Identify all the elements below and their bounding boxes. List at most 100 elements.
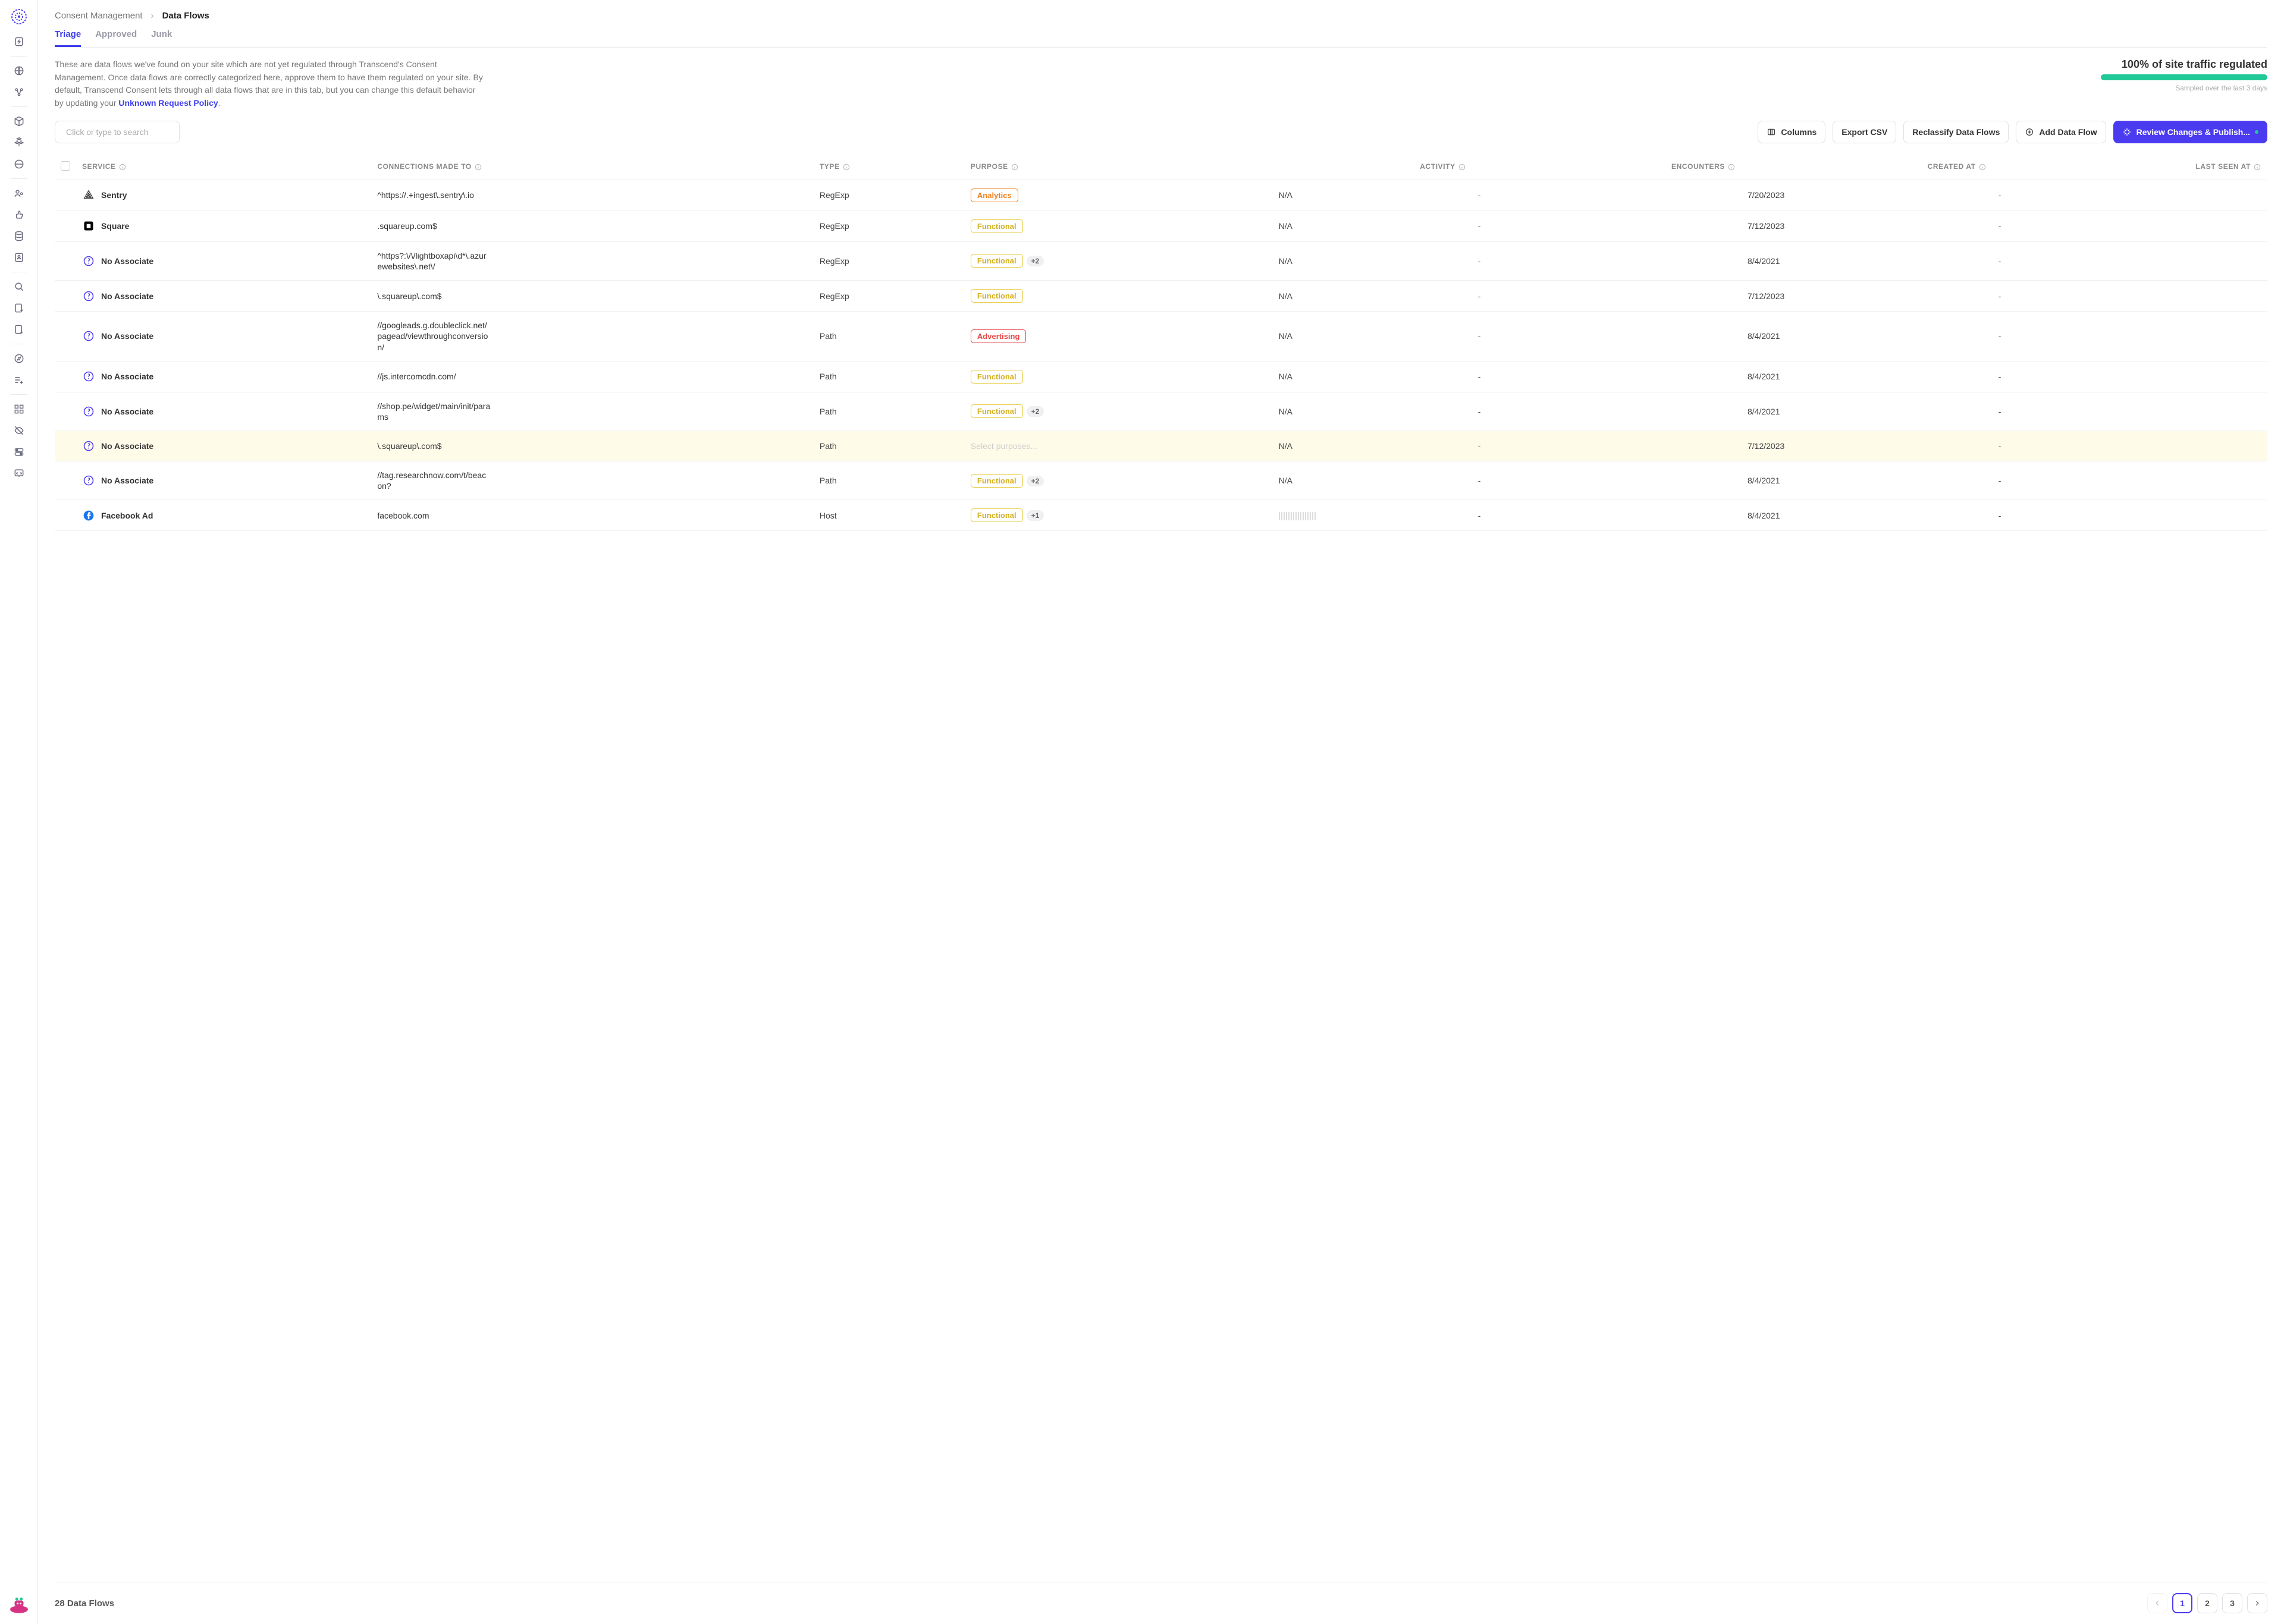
created-at-value: 8/4/2021	[1742, 241, 1993, 280]
unknown-request-policy-link[interactable]: Unknown Request Policy	[118, 98, 218, 108]
search-input[interactable]	[66, 127, 174, 137]
col-service[interactable]: SERVICE	[76, 154, 371, 180]
table-row[interactable]: No Associate//tag.researchnow.com/t/beac…	[55, 461, 2267, 500]
nav-search-icon[interactable]	[7, 277, 31, 296]
table-row[interactable]: No Associate ^https?:\/\/lightboxapi\d*\.…	[55, 241, 2267, 280]
nav-lightning-icon[interactable]	[7, 32, 31, 51]
columns-button[interactable]: Columns	[1758, 121, 1825, 143]
type-value: RegExp	[814, 180, 965, 211]
service-name: No Associate	[101, 256, 153, 266]
encounters-value: -	[1472, 431, 1742, 461]
type-value: Path	[814, 431, 965, 461]
connection-value: ^https?:\/\/lightboxapi\d*\.azurewebsite…	[377, 250, 490, 272]
purpose-extra-count[interactable]: +1	[1027, 510, 1044, 521]
nav-compass-icon[interactable]	[7, 349, 31, 368]
nav-list-add-icon[interactable]	[7, 370, 31, 389]
purpose-extra-count[interactable]: +2	[1027, 476, 1044, 486]
type-value: Path	[814, 312, 965, 362]
col-purpose[interactable]: PURPOSE	[965, 154, 1267, 180]
nav-id-icon[interactable]	[7, 248, 31, 267]
purpose-extra-count[interactable]: +2	[1027, 256, 1044, 266]
nav-cube-icon[interactable]	[7, 112, 31, 131]
col-connections[interactable]: CONNECTIONS MADE TO	[371, 154, 814, 180]
type-value: Path	[814, 361, 965, 392]
service-icon	[82, 255, 95, 268]
page-1[interactable]: 1	[2172, 1593, 2192, 1613]
table-row[interactable]: No Associate//googleads.g.doubleclick.ne…	[55, 312, 2267, 362]
purpose-badge[interactable]: Analytics	[971, 189, 1018, 202]
col-type[interactable]: TYPE	[814, 154, 965, 180]
reclassify-button[interactable]: Reclassify Data Flows	[1903, 121, 2009, 143]
nav-globe2-icon[interactable]	[7, 155, 31, 174]
col-created[interactable]: CREATED AT	[1742, 154, 1993, 180]
page-next[interactable]	[2247, 1593, 2267, 1613]
breadcrumb-current: Data Flows	[162, 11, 209, 21]
last-seen-value: -	[1993, 392, 2267, 431]
activity-value: N/A	[1267, 211, 1472, 241]
tab-junk[interactable]: Junk	[151, 29, 172, 47]
purpose-badge[interactable]: Functional	[971, 219, 1023, 233]
search-box[interactable]	[55, 121, 180, 143]
page-2[interactable]: 2	[2197, 1593, 2217, 1613]
nav-thumb-icon[interactable]	[7, 205, 31, 224]
activity-value: N/A	[1267, 312, 1472, 362]
table-row[interactable]: Sentry^https://.+ingest\.sentry\.ioRegEx…	[55, 180, 2267, 211]
activity-value: N/A	[1267, 180, 1472, 211]
nav-eye-off-icon[interactable]	[7, 421, 31, 440]
purpose-badge[interactable]: Functional	[971, 370, 1023, 384]
purpose-badge[interactable]: Functional	[971, 254, 1023, 268]
nav-switch-icon[interactable]	[7, 442, 31, 461]
purpose-badge[interactable]: Functional	[971, 508, 1023, 522]
connection-value: facebook.com	[377, 510, 490, 521]
page-prev[interactable]	[2147, 1593, 2167, 1613]
add-data-flow-button[interactable]: Add Data Flow	[2016, 121, 2106, 143]
description-text: These are data flows we've found on your…	[55, 58, 483, 110]
purpose-extra-count[interactable]: +2	[1027, 406, 1044, 417]
service-name: No Associate	[101, 407, 153, 416]
export-csv-button[interactable]: Export CSV	[1833, 121, 1896, 143]
table-row[interactable]: No Associate\.squareup\.com$PathSelect p…	[55, 431, 2267, 461]
table-row[interactable]: Square.squareup.com$RegExpFunctionalN/A-…	[55, 211, 2267, 241]
nav-doc-check-icon[interactable]	[7, 299, 31, 318]
service-icon	[82, 509, 95, 522]
nav-users-icon[interactable]	[7, 184, 31, 203]
table-row[interactable]: No Associate//js.intercomcdn.com/PathFun…	[55, 361, 2267, 392]
table-row[interactable]: Facebook Adfacebook.comHostFunctional+1-…	[55, 500, 2267, 531]
purpose-badge[interactable]: Advertising	[971, 329, 1027, 343]
encounters-value: -	[1472, 500, 1742, 531]
nav-code-icon[interactable]	[7, 464, 31, 483]
activity-sparkline	[1279, 511, 1466, 520]
table-row[interactable]: No Associate//shop.pe/widget/main/init/p…	[55, 392, 2267, 431]
connection-value: //tag.researchnow.com/t/beacon?	[377, 470, 490, 491]
col-activity[interactable]: ACTIVITY	[1267, 154, 1472, 180]
activity-value: N/A	[1267, 461, 1472, 500]
service-icon	[82, 189, 95, 202]
nav-cubes-icon[interactable]	[7, 133, 31, 152]
breadcrumb-parent[interactable]: Consent Management	[55, 11, 143, 21]
table-row[interactable]: No Associate\.squareup\.com$RegExpFuncti…	[55, 281, 2267, 312]
app-logo[interactable]	[10, 7, 29, 26]
sparkle-icon	[2122, 127, 2132, 137]
nav-globe-icon[interactable]	[7, 61, 31, 80]
purpose-badge[interactable]: Functional	[971, 289, 1023, 303]
col-encounters[interactable]: ENCOUNTERS	[1472, 154, 1742, 180]
activity-value: N/A	[1267, 392, 1472, 431]
nav-doc-down-icon[interactable]	[7, 320, 31, 339]
page-3[interactable]: 3	[2222, 1593, 2242, 1613]
tab-approved[interactable]: Approved	[95, 29, 137, 47]
purpose-badge[interactable]: Functional	[971, 404, 1023, 418]
nav-database-icon[interactable]	[7, 227, 31, 246]
select-all-checkbox[interactable]	[61, 161, 70, 171]
encounters-value: -	[1472, 392, 1742, 431]
publish-button[interactable]: Review Changes & Publish...	[2113, 121, 2267, 143]
select-purposes-placeholder[interactable]: Select purposes...	[971, 441, 1037, 451]
nav-grid-icon[interactable]	[7, 400, 31, 419]
nav-nodes-icon[interactable]	[7, 83, 31, 102]
connection-value: \.squareup\.com$	[377, 291, 490, 301]
tab-triage[interactable]: Triage	[55, 29, 81, 47]
activity-value: N/A	[1267, 281, 1472, 312]
col-lastseen[interactable]: LAST SEEN AT	[1993, 154, 2267, 180]
footer-mascot-icon[interactable]	[7, 1595, 31, 1614]
sidebar	[0, 0, 38, 1624]
purpose-badge[interactable]: Functional	[971, 474, 1023, 488]
